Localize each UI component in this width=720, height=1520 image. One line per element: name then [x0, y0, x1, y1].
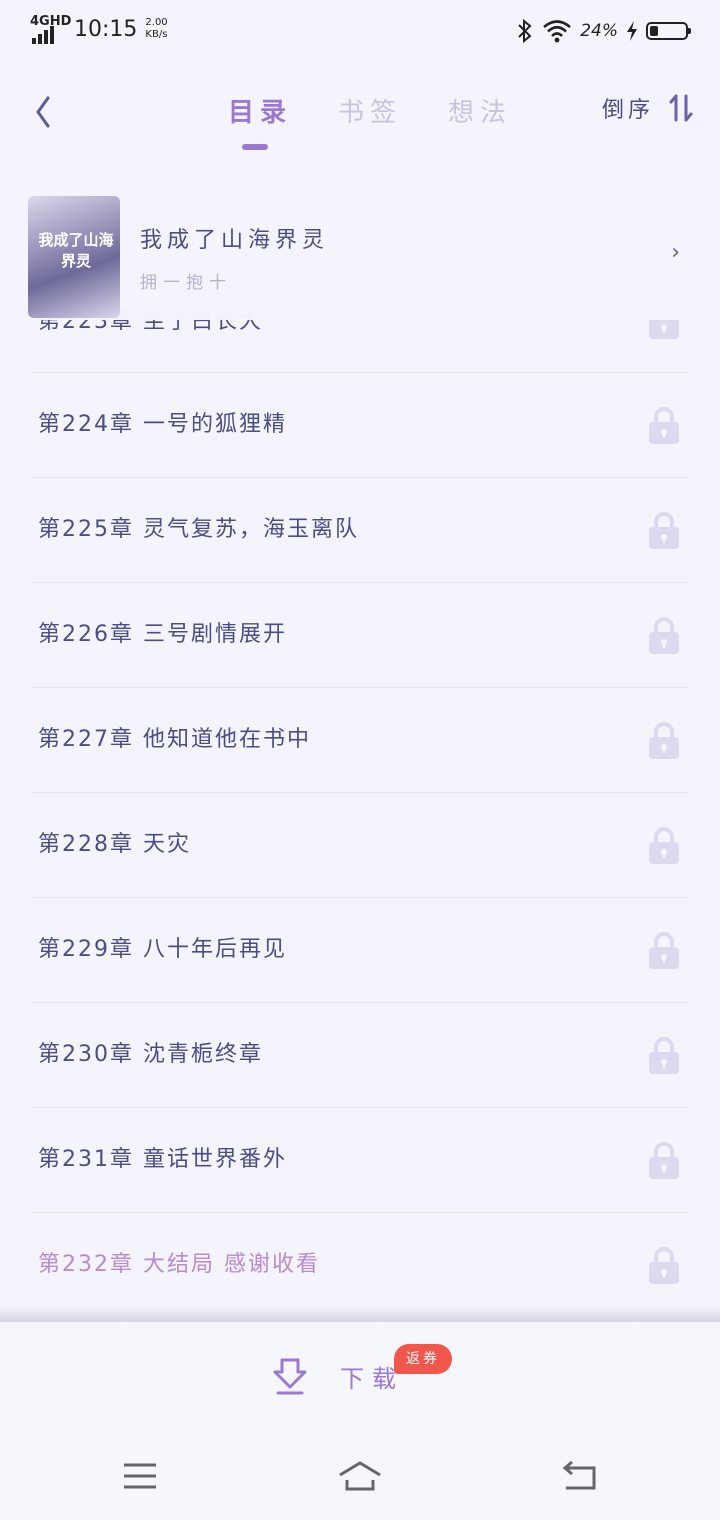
chapter-row[interactable]: 第225章 灵气复苏，海玉离队	[32, 478, 688, 583]
chapter-row[interactable]: 第227章 他知道他在书中	[32, 688, 688, 793]
lock-icon	[649, 722, 679, 759]
status-bar: 4GHD 10:15 2.00 KB/s 24%	[0, 0, 720, 62]
lock-icon	[649, 1142, 679, 1179]
chapter-row[interactable]: 第231章 童话世界番外	[32, 1108, 688, 1213]
chevron-right-icon[interactable]: ›	[671, 240, 680, 265]
download-icon	[273, 1358, 307, 1395]
wifi-icon	[543, 20, 572, 43]
book-author: 拥一抱十	[140, 273, 232, 293]
chapter-title: 第232章 大结局 感谢收看	[38, 1252, 320, 1277]
charging-icon	[627, 21, 637, 41]
network-speed: 2.00 KB/s	[145, 17, 167, 41]
network-speed-value: 2.00	[145, 17, 168, 28]
clock: 10:15	[74, 16, 138, 42]
chapter-row[interactable]: 第230章 沈青栀终章	[32, 1003, 688, 1108]
cover-title: 我成了山海界灵	[38, 231, 114, 270]
tab-bookmarks-label: 书签	[338, 98, 403, 128]
tab-contents[interactable]: 目录	[228, 92, 293, 150]
sort-label: 倒序	[601, 98, 654, 123]
chapter-title: 第228章 天灾	[38, 832, 191, 857]
sort-button[interactable]: 倒序	[602, 92, 694, 124]
lock-icon	[649, 932, 679, 969]
footer-divider	[0, 1306, 720, 1322]
chapter-title: 第229章 八十年后再见	[38, 937, 287, 962]
lock-icon	[649, 827, 679, 864]
chapter-title: 第226章 三号剧情展开	[38, 622, 287, 647]
lock-icon	[649, 1247, 679, 1284]
chapter-row[interactable]: 第226章 三号剧情展开	[32, 583, 688, 688]
book-cover: 我成了山海界灵	[28, 196, 120, 318]
chapter-row[interactable]: 第232章 大结局 感谢收看	[32, 1213, 688, 1318]
download-button[interactable]: 下载	[272, 1356, 404, 1396]
network-speed-unit: KB/s	[145, 29, 168, 40]
chapter-row[interactable]: 第224章 一号的狐狸精	[32, 373, 688, 478]
chapter-title: 第231章 童话世界番外	[38, 1147, 287, 1172]
coupon-badge: 返券	[394, 1344, 452, 1374]
chapter-title: 第227章 他知道他在书中	[38, 727, 311, 752]
chapter-title: 第225章 灵气复苏，海玉离队	[38, 517, 359, 542]
tab-bar: 目录 书签 想法	[228, 92, 512, 150]
tab-notes-label: 想法	[448, 98, 513, 128]
download-bar: 下载 返券	[0, 1322, 720, 1432]
chapter-list: 第223章 坐了白长大 第224章 一号的狐狸精 第225章 灵气复苏，海玉离队 第2…	[32, 300, 688, 1318]
cellular-signal-icon: 4GHD	[30, 14, 71, 44]
back-button[interactable]	[30, 92, 60, 132]
active-tab-indicator	[242, 144, 268, 150]
lock-icon	[649, 512, 679, 549]
chapter-title: 第230章 沈青栀终章	[38, 1042, 263, 1067]
sort-arrows-icon	[669, 94, 693, 122]
lock-icon	[649, 407, 679, 444]
book-info-card[interactable]: 我成了山海界灵 我成了山海界灵 拥一抱十 ›	[0, 188, 720, 320]
book-title: 我成了山海界灵	[140, 228, 330, 253]
lock-icon	[649, 1037, 679, 1074]
battery-percent: 24%	[580, 21, 618, 41]
tab-contents-label: 目录	[228, 98, 293, 128]
home-icon[interactable]	[336, 1458, 384, 1494]
tab-notes[interactable]: 想法	[448, 92, 512, 129]
chapter-row[interactable]: 第229章 八十年后再见	[32, 898, 688, 1003]
chapter-title: 第224章 一号的狐狸精	[38, 412, 287, 437]
bluetooth-icon	[518, 18, 532, 44]
menu-icon[interactable]	[120, 1458, 160, 1494]
tab-bookmarks[interactable]: 书签	[338, 92, 402, 129]
lock-icon	[649, 617, 679, 654]
header: 目录 书签 想法 倒序	[0, 70, 720, 160]
system-nav-bar	[0, 1432, 720, 1520]
back-nav-icon[interactable]	[560, 1458, 600, 1494]
battery-icon	[646, 22, 691, 40]
chapter-row[interactable]: 第228章 天灾	[32, 793, 688, 898]
